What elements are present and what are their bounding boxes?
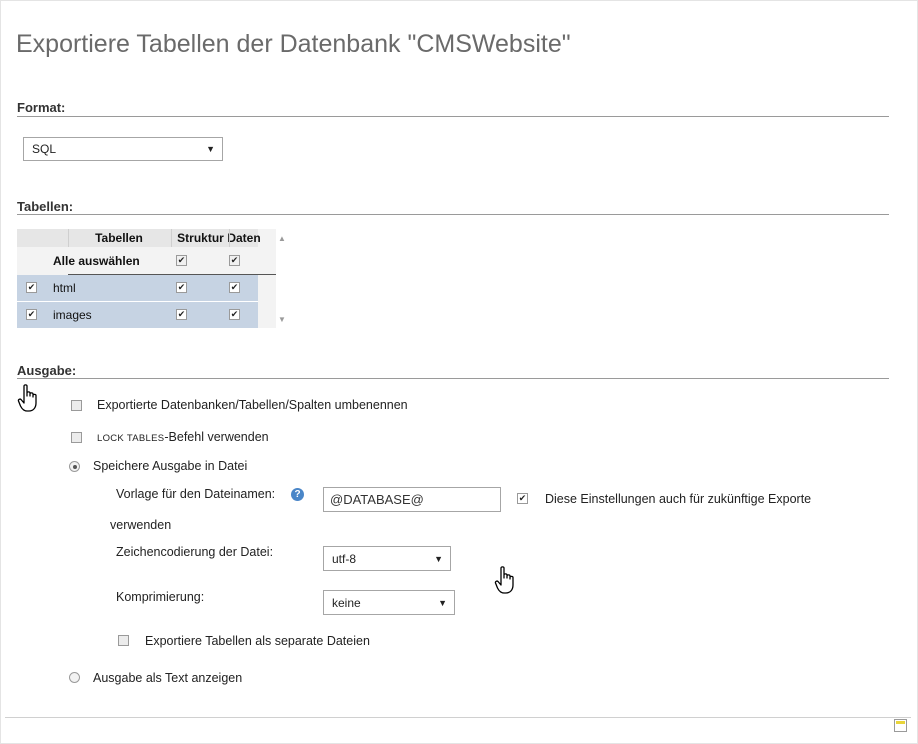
output-as-text-radio[interactable]	[69, 672, 80, 683]
page-title: Exportiere Tabellen der Datenbank "CMSWe…	[16, 30, 571, 58]
separate-files-checkbox[interactable]	[118, 635, 129, 646]
header-separator	[68, 229, 69, 247]
chevron-down-icon: ▼	[438, 597, 447, 608]
help-icon[interactable]: ?	[291, 488, 304, 501]
output-as-text-label: Ausgabe als Text anzeigen	[93, 671, 243, 685]
rename-checkbox[interactable]	[71, 400, 82, 411]
bottom-divider	[5, 717, 911, 718]
format-divider	[17, 116, 889, 117]
chevron-down-icon: ▼	[206, 144, 215, 154]
format-label: Format:	[17, 100, 66, 115]
table-name: images	[53, 308, 92, 322]
page-frame	[0, 0, 918, 744]
row-data-checkbox[interactable]	[229, 282, 240, 293]
row-structure-checkbox[interactable]	[176, 282, 187, 293]
tables-divider	[17, 214, 889, 215]
scroll-up-arrow-icon[interactable]: ▲	[278, 234, 286, 243]
row-select-checkbox[interactable]	[26, 282, 37, 293]
charset-label: Zeichencodierung der Datei:	[116, 545, 274, 559]
select-all-structure-checkbox[interactable]	[176, 255, 187, 266]
remember-settings-label-cont: verwenden	[110, 518, 172, 532]
select-all-label: Alle auswählen	[53, 254, 140, 268]
row-structure-checkbox[interactable]	[176, 309, 187, 320]
chevron-down-icon: ▼	[434, 553, 443, 564]
output-divider	[17, 378, 889, 379]
select-all-data-checkbox[interactable]	[229, 255, 240, 266]
compression-label: Komprimierung:	[116, 590, 205, 604]
filename-template-label: Vorlage für den Dateinamen:	[116, 487, 276, 501]
hand-cursor-icon	[17, 384, 37, 412]
scroll-down-arrow-icon[interactable]: ▼	[278, 315, 286, 324]
lock-tables-code: LOCK TABLES	[97, 433, 165, 444]
charset-select[interactable]: utf-8 ▼	[323, 546, 451, 571]
header-separator	[171, 229, 172, 247]
row-data-checkbox[interactable]	[229, 309, 240, 320]
remember-settings-label: Diese Einstellungen auch für zukünftige …	[545, 492, 812, 506]
tables-label: Tabellen:	[17, 199, 74, 214]
console-icon[interactable]	[894, 719, 907, 732]
select-all-row: Alle auswählen	[17, 248, 258, 274]
column-header-data[interactable]: Daten	[227, 229, 260, 247]
table-row[interactable]: html	[17, 275, 258, 301]
rename-label: Exportierte Datenbanken/Tabellen/Spalten…	[97, 398, 408, 412]
save-to-file-radio[interactable]	[69, 461, 80, 472]
save-to-file-label: Speichere Ausgabe in Datei	[93, 459, 248, 473]
row-select-checkbox[interactable]	[26, 309, 37, 320]
column-header-tables[interactable]: Tabellen	[68, 229, 170, 247]
format-select[interactable]: SQL ▼	[23, 137, 223, 161]
lock-tables-suffix: -Befehl verwenden	[164, 430, 269, 444]
table-name: html	[53, 281, 76, 295]
column-header-structure[interactable]: Struktur	[172, 229, 229, 247]
separate-files-label: Exportiere Tabellen als separate Dateien	[145, 634, 370, 648]
remember-settings-checkbox[interactable]	[517, 493, 528, 504]
tables-table: Tabellen Struktur Daten Alle auswählen h…	[17, 229, 286, 328]
lock-tables-label: LOCK TABLES-Befehl verwenden	[97, 430, 269, 444]
format-select-value: SQL	[32, 142, 57, 156]
lock-tables-checkbox[interactable]	[71, 432, 82, 443]
table-row[interactable]: images	[17, 302, 258, 328]
output-label: Ausgabe:	[17, 363, 77, 378]
hand-cursor-icon	[494, 566, 514, 594]
filename-template-input[interactable]	[323, 487, 501, 512]
compression-select-value: keine	[332, 595, 361, 610]
header-separator	[229, 229, 230, 247]
compression-select[interactable]: keine ▼	[323, 590, 455, 615]
charset-select-value: utf-8	[332, 551, 357, 566]
